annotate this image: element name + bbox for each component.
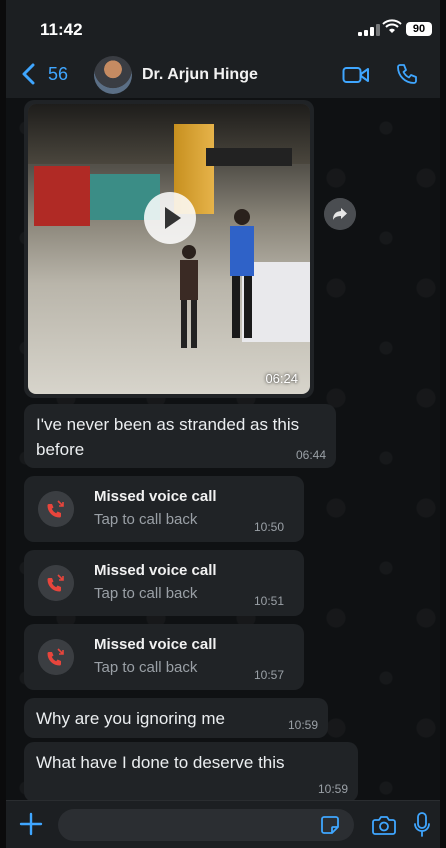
call-subtitle: Tap to call back — [94, 511, 198, 528]
text-message[interactable]: I've never been as stranded as this befo… — [24, 404, 336, 468]
call-subtitle: Tap to call back — [94, 585, 198, 602]
signal-icon — [358, 24, 380, 36]
avatar[interactable] — [94, 56, 132, 94]
camera-icon[interactable] — [372, 815, 396, 835]
message-text: Why are you ignoring me — [36, 709, 225, 728]
missed-call-icon — [38, 639, 74, 675]
message-text: I've never been as stranded as this befo… — [36, 415, 300, 459]
chat-header: 56 Dr. Arjun Hinge — [6, 50, 440, 99]
missed-call-icon — [38, 491, 74, 527]
message-time: 06:44 — [295, 448, 326, 462]
missed-call-message[interactable]: Missed voice call Tap to call back 10:57 — [24, 624, 304, 690]
phone-icon[interactable] — [396, 63, 418, 85]
back-chevron-icon[interactable] — [20, 63, 38, 85]
play-button[interactable] — [144, 192, 196, 244]
message-time: 06:24 — [265, 371, 298, 386]
unread-count[interactable]: 56 — [48, 64, 68, 85]
sticker-icon[interactable] — [320, 815, 340, 835]
call-title: Missed voice call — [94, 488, 217, 505]
contact-name[interactable]: Dr. Arjun Hinge — [142, 66, 258, 84]
status-time: 11:42 — [40, 20, 83, 39]
call-subtitle: Tap to call back — [94, 659, 198, 676]
message-list[interactable]: 06:24 I've never been as stranded as thi… — [6, 98, 440, 802]
text-message[interactable]: Why are you ignoring me 10:59 — [24, 698, 328, 738]
microphone-icon[interactable] — [414, 812, 430, 838]
wifi-icon — [382, 19, 402, 33]
forward-icon[interactable] — [324, 198, 356, 230]
message-time: 10:57 — [254, 668, 285, 682]
video-call-icon[interactable] — [342, 65, 370, 85]
video-message[interactable]: 06:24 — [24, 100, 314, 398]
chat-screen: 11:42 90 56 Dr. Arjun Hinge 06:24 I've n… — [6, 0, 440, 848]
status-bar: 11:42 90 — [6, 0, 440, 50]
message-input[interactable] — [58, 809, 354, 841]
text-message[interactable]: What have I done to deserve this 10:59 — [24, 742, 358, 802]
call-title: Missed voice call — [94, 636, 217, 653]
message-time: 10:50 — [254, 520, 285, 534]
battery-indicator: 90 — [406, 22, 432, 36]
plus-icon[interactable] — [18, 811, 44, 837]
call-title: Missed voice call — [94, 562, 217, 579]
composer-bar — [6, 800, 440, 848]
message-time: 10:59 — [317, 782, 348, 796]
missed-call-message[interactable]: Missed voice call Tap to call back 10:50 — [24, 476, 304, 542]
missed-call-icon — [38, 565, 74, 601]
message-text: What have I done to deserve this — [36, 753, 285, 772]
message-time: 10:51 — [254, 594, 285, 608]
video-thumbnail[interactable]: 06:24 — [28, 104, 310, 394]
missed-call-message[interactable]: Missed voice call Tap to call back 10:51 — [24, 550, 304, 616]
message-time: 10:59 — [287, 718, 318, 732]
